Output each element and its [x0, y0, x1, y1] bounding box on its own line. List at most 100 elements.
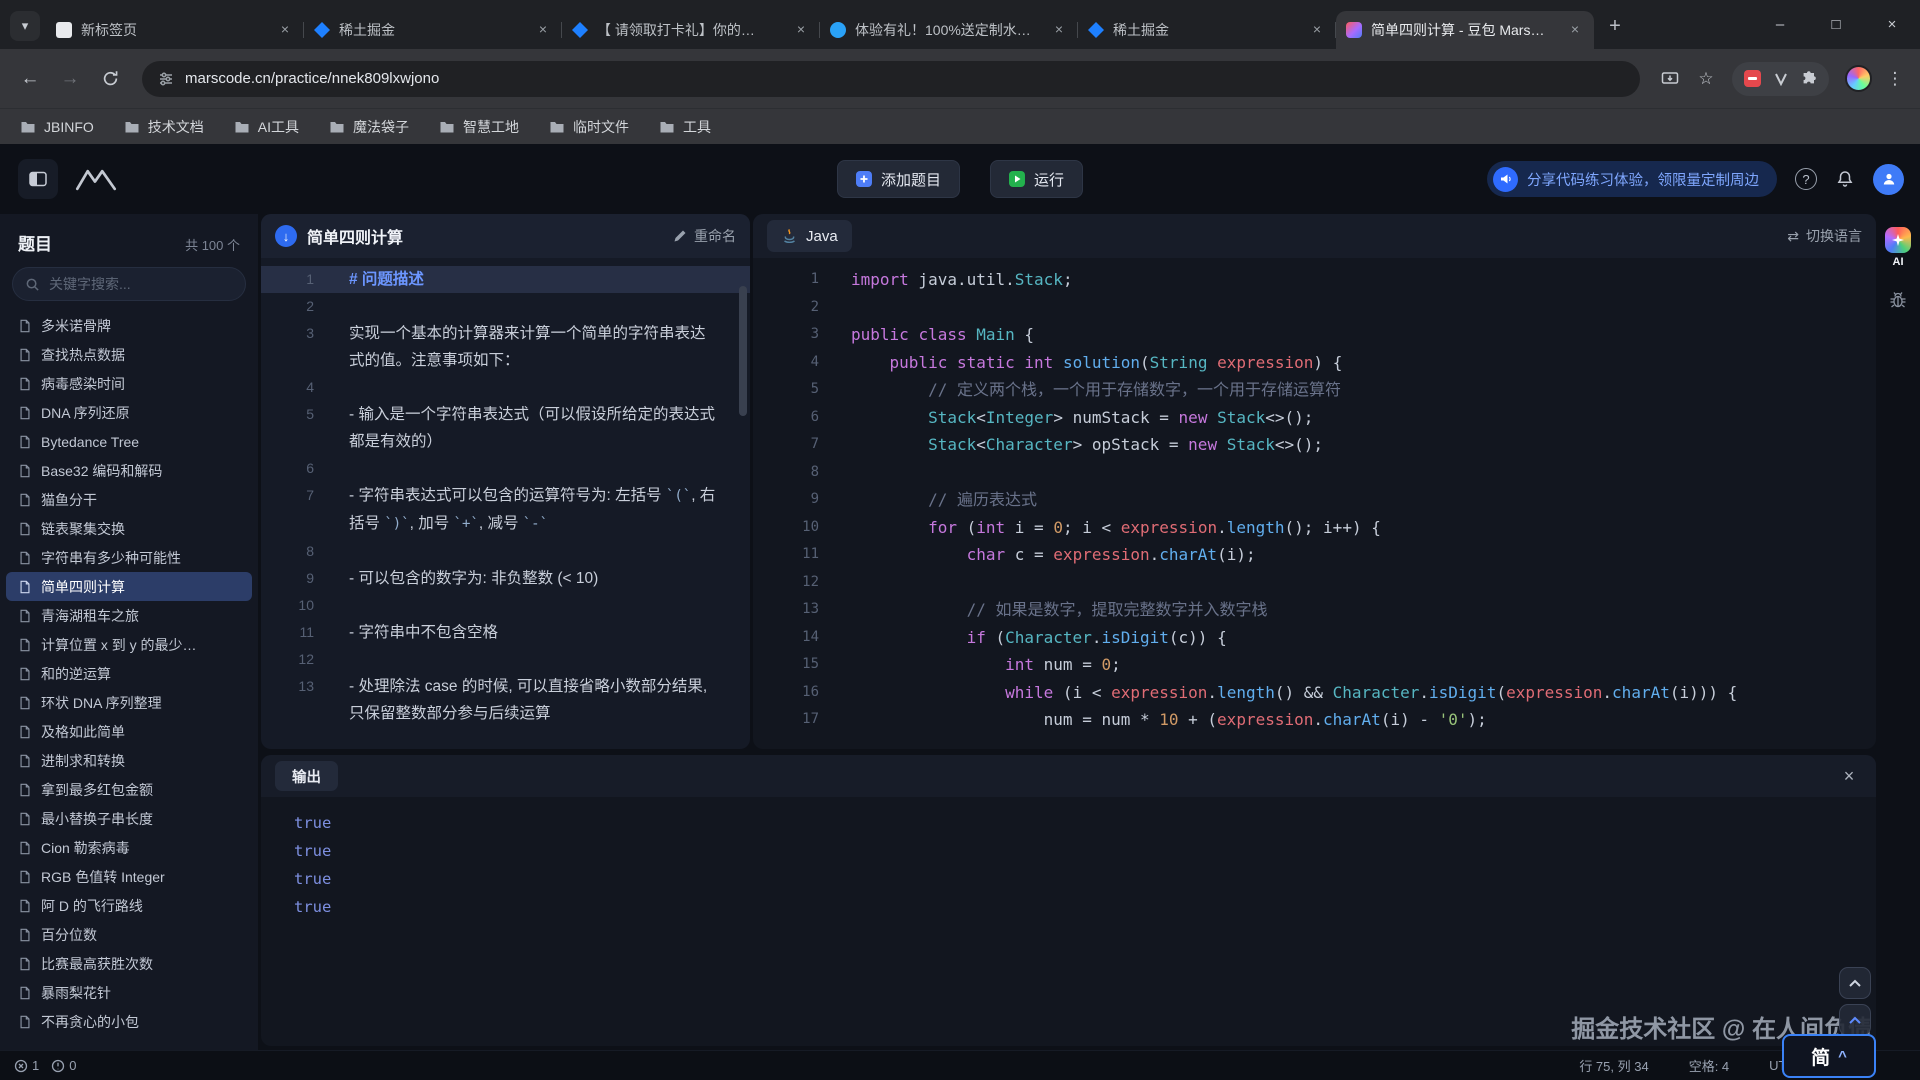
warnings-indicator[interactable]: 0 — [51, 1058, 76, 1073]
bookmark-item[interactable]: 工具 — [659, 117, 711, 137]
tab-title: 新标签页 — [81, 20, 270, 40]
debug-bug-icon[interactable] — [1876, 290, 1920, 310]
switch-language-button[interactable]: ⇄ 切换语言 — [1787, 226, 1862, 246]
sidebar-item[interactable]: 查找热点数据 — [6, 340, 252, 369]
sidebar-item[interactable]: 和的逆运算 — [6, 659, 252, 688]
share-banner[interactable]: 分享代码练习体验，领限量定制周边 — [1487, 161, 1777, 197]
browser-tab[interactable]: 【 请领取打卡礼】你的…× — [562, 11, 820, 49]
tab-close-icon[interactable]: × — [276, 21, 294, 39]
tab-close-icon[interactable]: × — [1308, 21, 1326, 39]
refresh-button[interactable] — [92, 61, 128, 97]
sidebar-item[interactable]: 字符串有多少种可能性 — [6, 543, 252, 572]
sidebar-item[interactable]: 进制求和转换 — [6, 746, 252, 775]
tab-close-icon[interactable]: × — [1050, 21, 1068, 39]
scroll-top-button-alt[interactable] — [1839, 1004, 1871, 1036]
minimize-button[interactable]: – — [1752, 0, 1808, 48]
code-editor[interactable]: 1import java.util.Stack;23public class M… — [753, 258, 1876, 734]
browser-tab[interactable]: 稀土掘金× — [1078, 11, 1336, 49]
code-token: (i < — [1053, 683, 1111, 702]
tab-close-icon[interactable]: × — [1566, 21, 1584, 39]
address-bar[interactable]: marscode.cn/practice/nnek809lxwjono — [142, 61, 1640, 97]
forward-button[interactable]: → — [52, 61, 88, 97]
problem-editor[interactable]: 1# 问题描述23实现一个基本的计算器来计算一个简单的字符串表达式的值。注意事项… — [261, 258, 750, 727]
puzzle-extensions-icon[interactable] — [1801, 71, 1817, 87]
sidebar-item[interactable]: 最小替换子串长度 — [6, 804, 252, 833]
sidebar-item[interactable]: 病毒感染时间 — [6, 369, 252, 398]
ai-assistant-icon[interactable] — [1885, 227, 1911, 253]
sidebar-item[interactable]: 猫鱼分干 — [6, 485, 252, 514]
user-avatar[interactable] — [1873, 164, 1904, 195]
sidebar-item[interactable]: 计算位置 x 到 y 的最少… — [6, 630, 252, 659]
sidebar-item[interactable]: 比赛最高获胜次数 — [6, 949, 252, 978]
new-tab-button[interactable]: + — [1600, 11, 1630, 41]
sidebar-item[interactable]: RGB 色值转 Integer — [6, 862, 252, 891]
sidebar-item[interactable]: 多米诺骨牌 — [6, 311, 252, 340]
tab-list-button[interactable]: ▾ — [10, 11, 40, 41]
sidebar-item[interactable]: 百分位数 — [6, 920, 252, 949]
maximize-button[interactable]: □ — [1808, 0, 1864, 48]
sidebar-item[interactable]: 环状 DNA 序列整理 — [6, 688, 252, 717]
bookmark-item[interactable]: 智慧工地 — [439, 117, 519, 137]
browser-tab[interactable]: 稀土掘金× — [304, 11, 562, 49]
sidebar-item[interactable]: 暴雨梨花针 — [6, 978, 252, 1007]
panel-toggle-button[interactable] — [18, 159, 58, 199]
code-token: public — [851, 325, 909, 344]
document-icon — [18, 986, 32, 1000]
url-text[interactable]: marscode.cn/practice/nnek809lxwjono — [185, 70, 439, 87]
output-tab[interactable]: 输出 — [275, 761, 338, 791]
rename-button[interactable]: 重命名 — [673, 226, 736, 246]
notifications-bell-icon[interactable] — [1835, 169, 1855, 189]
run-button[interactable]: 运行 — [990, 160, 1083, 198]
ai-label: AI — [1876, 256, 1920, 268]
sidebar-item[interactable]: 青海湖租车之旅 — [6, 601, 252, 630]
scrollbar-thumb[interactable] — [739, 286, 747, 416]
md-segment: 实现一个基本的计算器来计算一个简单的字符串表达式的值。注意事项如下： — [349, 325, 706, 369]
indent-setting[interactable]: 空格: 4 — [1689, 1056, 1729, 1075]
document-icon — [18, 870, 32, 884]
sidebar-item[interactable]: 阿 D 的飞行路线 — [6, 891, 252, 920]
sidebar-item[interactable]: DNA 序列还原 — [6, 398, 252, 427]
bookmark-label: AI工具 — [258, 117, 299, 137]
bookmark-item[interactable]: 技术文档 — [124, 117, 204, 137]
browser-profile-avatar[interactable] — [1845, 65, 1872, 92]
tab-close-icon[interactable]: × — [534, 21, 552, 39]
bookmark-star-button[interactable]: ☆ — [1690, 63, 1722, 95]
search-input[interactable] — [49, 276, 233, 292]
v-extension-icon[interactable] — [1774, 72, 1788, 86]
bookmark-item[interactable]: JBINFO — [20, 119, 94, 135]
install-app-button[interactable] — [1654, 63, 1686, 95]
browser-tab[interactable]: 新标签页 × — [46, 11, 304, 49]
bookmark-item[interactable]: AI工具 — [234, 117, 299, 137]
cursor-position[interactable]: 行 75, 列 34 — [1579, 1056, 1648, 1075]
scroll-top-button[interactable] — [1839, 967, 1871, 999]
help-button[interactable]: ? — [1795, 168, 1817, 190]
sidebar-item[interactable]: 简单四则计算 — [6, 572, 252, 601]
bookmark-item[interactable]: 魔法袋子 — [329, 117, 409, 137]
browser-menu-button[interactable]: ⋮ — [1882, 69, 1908, 89]
browser-tab[interactable]: 体验有礼！100%送定制水…× — [820, 11, 1078, 49]
sidebar-item[interactable]: Base32 编码和解码 — [6, 456, 252, 485]
document-icon — [18, 493, 32, 507]
language-tab[interactable]: Java — [767, 220, 852, 252]
document-icon — [18, 754, 32, 768]
bookmark-item[interactable]: 临时文件 — [549, 117, 629, 137]
code-line: 1import java.util.Stack; — [753, 266, 1876, 294]
line-number: 7 — [753, 431, 841, 459]
add-problem-button[interactable]: 添加题目 — [837, 160, 960, 198]
sidebar-item[interactable]: Bytedance Tree — [6, 427, 252, 456]
ime-indicator[interactable]: 简 ^ — [1782, 1034, 1876, 1078]
code-token: + ( — [1179, 710, 1218, 729]
sidebar-item[interactable]: 拿到最多红包金额 — [6, 775, 252, 804]
sidebar-item[interactable]: Cion 勒索病毒 — [6, 833, 252, 862]
sidebar-item[interactable]: 链表聚集交换 — [6, 514, 252, 543]
sidebar-item[interactable]: 不再贪心的小包 — [6, 1007, 252, 1036]
close-icon[interactable]: × — [1836, 766, 1862, 787]
close-window-button[interactable]: × — [1864, 0, 1920, 48]
pdf-extension-icon[interactable] — [1744, 70, 1761, 87]
tab-close-icon[interactable]: × — [792, 21, 810, 39]
code-token: ( — [1496, 683, 1506, 702]
errors-indicator[interactable]: 1 — [14, 1058, 39, 1073]
back-button[interactable]: ← — [12, 61, 48, 97]
browser-tab[interactable]: 简单四则计算 - 豆包 Mars…× — [1336, 11, 1594, 49]
sidebar-item[interactable]: 及格如此简单 — [6, 717, 252, 746]
